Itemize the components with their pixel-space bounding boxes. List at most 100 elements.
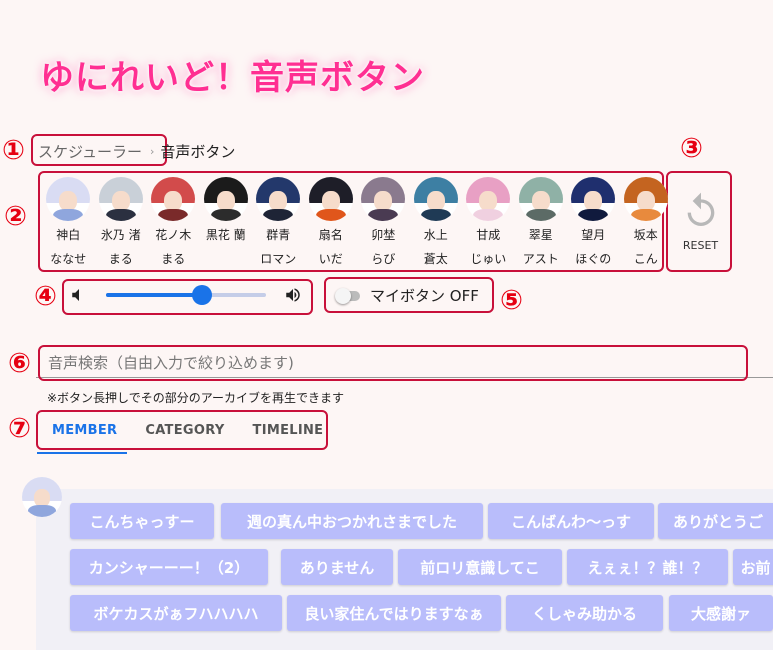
member-name-sub: まる — [108, 252, 133, 266]
voice-button-panel: こんちゃっすー 週の真ん中おつかれさまでした こんばんわ〜っす ありがとうごカンシャー… — [36, 489, 773, 650]
member-name-sub: ほぐの — [575, 252, 612, 266]
member-name-sub: アスト — [522, 252, 559, 266]
member-name: 氷乃 渚 — [100, 228, 141, 242]
volume-down-icon[interactable] — [70, 286, 88, 304]
member-name-sub: いだ — [318, 252, 343, 266]
tab-member[interactable]: MEMBER — [38, 423, 131, 438]
member-name-sub: 蒼太 — [423, 252, 448, 266]
member-avatar[interactable] — [46, 177, 91, 221]
avatar-outfit — [210, 209, 241, 221]
member-name: 黒花 蘭 — [205, 228, 246, 242]
member-avatar[interactable] — [151, 177, 196, 221]
member-group-avatar — [22, 477, 62, 517]
member-name-sub: じゅい — [470, 252, 507, 266]
member-name-sub: まる — [161, 252, 186, 266]
avatar-face — [216, 191, 235, 211]
tab-category[interactable]: CATEGORY — [131, 423, 238, 438]
long-press-note: ※ボタン長押しでその部分のアーカイブを再生できます — [47, 391, 344, 405]
annotation-marker-7: ⑦ — [8, 413, 31, 444]
member-item[interactable]: 翠星 アスト — [515, 177, 568, 267]
annotation-marker-1: ① — [2, 135, 25, 166]
member-name-sub: ロマン — [260, 252, 297, 266]
volume-control — [70, 283, 308, 309]
voice-button[interactable]: こんちゃっすー — [70, 503, 214, 539]
member-item[interactable]: 氷乃 渚まる — [95, 177, 148, 267]
member-name: 卯埜 — [371, 228, 396, 242]
avatar-outfit — [315, 209, 346, 221]
annotation-marker-6: ⑥ — [8, 348, 31, 379]
avatar-outfit — [420, 209, 451, 221]
member-avatar[interactable] — [203, 177, 248, 221]
avatar-outfit — [630, 209, 661, 221]
member-name: 群青 — [266, 228, 291, 242]
voice-button[interactable]: ありません — [281, 549, 393, 585]
member-item[interactable]: 卯埜 らび — [357, 177, 410, 267]
breadcrumb-current: 音声ボタン — [160, 143, 236, 161]
voice-button[interactable]: こんばんわ〜っす — [488, 503, 654, 539]
member-name-sub: こん — [633, 252, 658, 266]
member-avatar[interactable] — [98, 177, 143, 221]
member-item[interactable]: 望月 ほぐの — [567, 177, 620, 267]
voice-button[interactable]: お前 — [733, 549, 773, 585]
member-avatar[interactable] — [413, 177, 458, 221]
member-item[interactable]: 甘成 じゅい — [462, 177, 515, 267]
member-avatar[interactable] — [518, 177, 563, 221]
voice-button[interactable]: 良い家住んではりますなぁ — [287, 595, 501, 631]
member-avatar[interactable] — [256, 177, 301, 221]
breadcrumb-separator: › — [149, 145, 155, 158]
member-name: 花ノ木 — [155, 228, 192, 242]
voice-button[interactable]: 週の真ん中おつかれさまでした — [221, 503, 483, 539]
avatar-face — [584, 191, 603, 211]
voice-button[interactable]: ボケカスがぁフハハハハ — [70, 595, 282, 631]
member-name: 翠星 — [528, 228, 553, 242]
tab-indicator — [37, 452, 127, 454]
member-item[interactable]: 坂本 こん — [620, 177, 673, 267]
member-item[interactable]: 扇名 いだ — [305, 177, 358, 267]
avatar-face — [479, 191, 498, 211]
avatar-face — [636, 191, 655, 211]
member-item[interactable]: 神白 ななせ — [42, 177, 95, 267]
voice-button[interactable]: 大感謝ァ — [669, 595, 773, 631]
member-item[interactable]: 花ノ木 まる — [147, 177, 200, 267]
member-item[interactable]: 黒花 蘭 — [200, 177, 253, 267]
voice-button[interactable]: くしゃみ助かる — [506, 595, 663, 631]
reset-button[interactable]: RESET — [671, 173, 730, 270]
member-avatar[interactable] — [308, 177, 353, 221]
annotation-marker-3: ③ — [680, 133, 703, 164]
breadcrumb-link-scheduler[interactable]: スケジューラー — [38, 141, 142, 162]
tab-bar: MEMBER CATEGORY TIMELINE — [38, 412, 326, 448]
avatar-outfit — [53, 209, 84, 221]
member-name-sub: ななせ — [50, 252, 87, 266]
member-item[interactable]: 水上 蒼太 — [410, 177, 463, 267]
avatar-face — [374, 191, 393, 211]
avatar-face — [59, 191, 78, 211]
volume-thumb[interactable] — [192, 285, 212, 305]
annotation-marker-2: ② — [4, 201, 27, 232]
member-avatar[interactable] — [623, 177, 668, 221]
avatar-face — [426, 191, 445, 211]
avatar-outfit — [105, 209, 136, 221]
search-box — [38, 345, 748, 381]
avatar-outfit — [28, 505, 56, 517]
search-input[interactable] — [48, 354, 738, 372]
toggle-switch[interactable] — [335, 287, 360, 304]
member-avatar[interactable] — [361, 177, 406, 221]
toggle-knob — [335, 287, 351, 304]
avatar-outfit — [473, 209, 504, 221]
reset-icon — [687, 192, 714, 226]
voice-button[interactable]: えぇぇ！？誰！？ — [567, 549, 728, 585]
tab-timeline[interactable]: TIMELINE — [239, 423, 338, 438]
voice-button[interactable]: ありがとうご — [658, 503, 773, 539]
member-name-sub: らび — [371, 252, 396, 266]
avatar-outfit — [263, 209, 294, 221]
voice-button[interactable]: カンシャーーー！（2） — [70, 549, 268, 585]
volume-up-icon[interactable] — [284, 286, 302, 304]
member-avatar[interactable] — [466, 177, 511, 221]
member-avatar[interactable] — [571, 177, 616, 221]
voice-button[interactable]: 前ロリ意識してこ — [398, 549, 562, 585]
breadcrumb: スケジューラー › 音声ボタン — [38, 141, 235, 162]
member-item[interactable]: 群青 ロマン — [252, 177, 305, 267]
my-button-toggle[interactable]: マイボタン OFF — [328, 279, 492, 312]
avatar-outfit — [368, 209, 399, 221]
volume-fill — [106, 293, 202, 297]
